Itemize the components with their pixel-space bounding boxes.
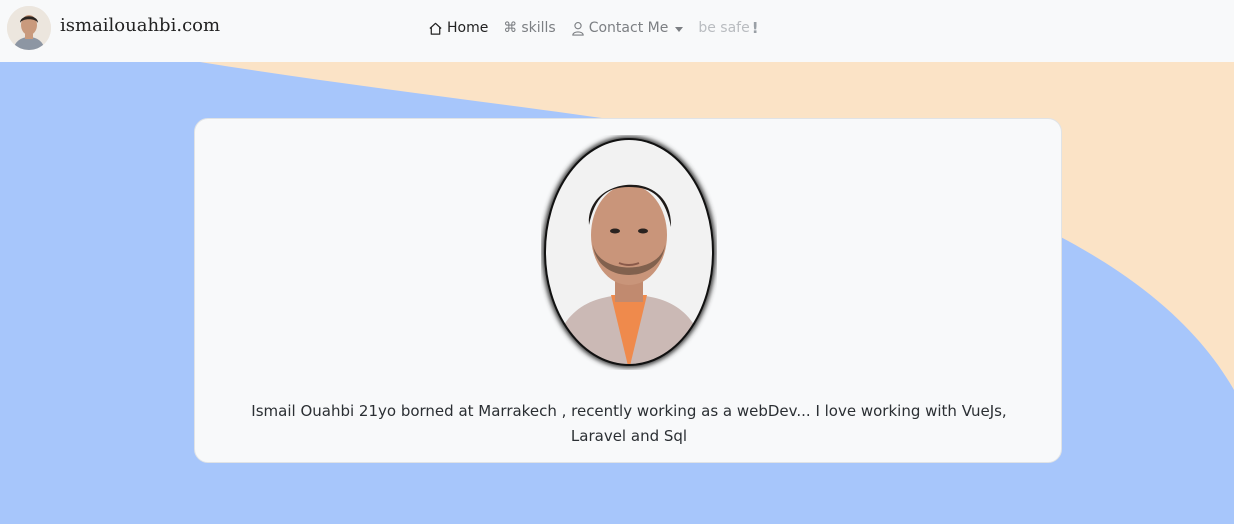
- nav-contact-dropdown[interactable]: Contact Me: [571, 20, 684, 36]
- brand[interactable]: ismailouahbi.com: [7, 4, 220, 52]
- profile-photo: [542, 136, 716, 368]
- person-icon: [571, 21, 585, 36]
- nav-be-safe: be safe !: [698, 19, 758, 37]
- navbar: ismailouahbi.com Home ⌘ skills Contact M…: [0, 0, 1234, 62]
- avatar: [7, 6, 51, 50]
- nav-skills[interactable]: ⌘ skills: [503, 20, 555, 36]
- profile-card: Ismail Ouahbi 21yo borned at Marrakech ,…: [194, 118, 1062, 463]
- exclamation-icon: !: [751, 19, 759, 37]
- command-icon: ⌘: [503, 20, 518, 36]
- brand-name: ismailouahbi.com: [60, 14, 221, 36]
- chevron-down-icon: [675, 26, 684, 32]
- nav-skills-label: skills: [521, 20, 556, 36]
- nav-contact-label: Contact Me: [588, 20, 669, 36]
- bio-text: Ismail Ouahbi 21yo borned at Marrakech ,…: [251, 402, 1007, 445]
- nav-be-safe-label: be safe: [698, 20, 750, 36]
- nav-home-label: Home: [447, 20, 489, 36]
- home-icon: [428, 21, 443, 36]
- main-nav: Home ⌘ skills Contact Me be safe !: [428, 18, 774, 38]
- avatar-photo: [7, 6, 51, 50]
- nav-home[interactable]: Home: [428, 20, 488, 36]
